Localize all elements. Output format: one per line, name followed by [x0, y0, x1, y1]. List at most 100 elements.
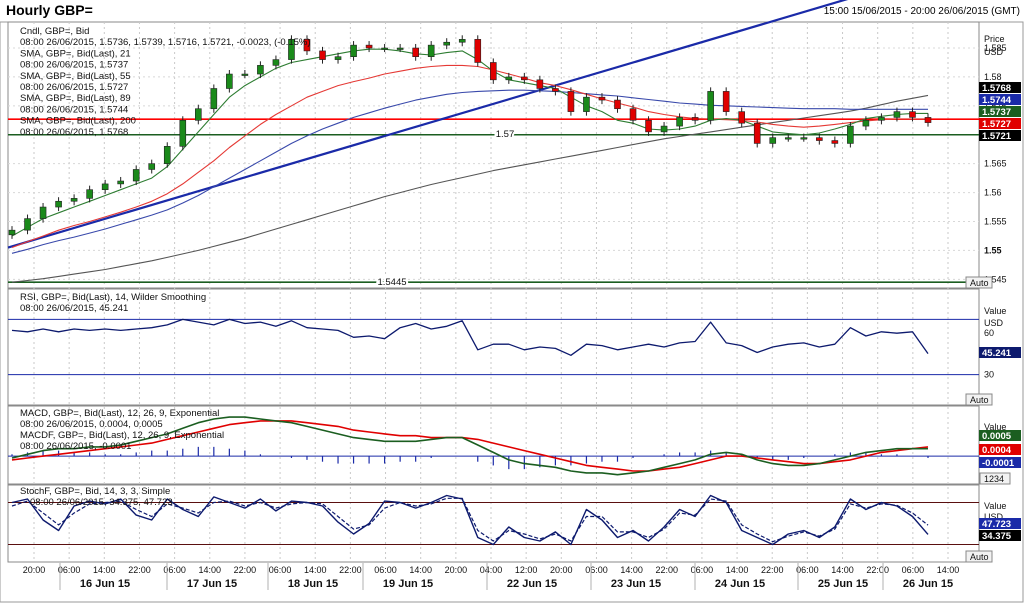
candle-body	[39, 206, 47, 219]
candle-body	[210, 88, 218, 110]
price-legend-line: Cndl, GBP=, Bid	[20, 26, 89, 37]
candle-body	[583, 96, 590, 112]
macd-tag: 0.0005	[982, 431, 1012, 442]
candle-body	[691, 117, 699, 121]
price-axis-title: Price	[984, 34, 1005, 44]
candle-body	[878, 117, 885, 121]
price-legend-line: SMA, GBP=, Bid(Last), 21	[20, 48, 131, 59]
hour-tick-label: 12:00	[515, 565, 538, 575]
chart-canvas[interactable]: 1.57 1.5445 20:00 06:00 14:00 22:00 06:00 14:0…	[0, 0, 1024, 603]
hour-tick-label: 20:00	[23, 565, 46, 575]
hour-tick-label: 14:00	[726, 565, 749, 575]
hour-tick-label: 06:00	[58, 565, 81, 575]
day-label: 18 Jun 15	[288, 578, 338, 590]
price-tick-label: 1.56	[984, 188, 1002, 198]
rsi-axis-title: Value	[984, 306, 1006, 316]
candle-body	[816, 137, 823, 141]
candle-body	[645, 120, 652, 133]
price-tag: 1.5737	[982, 107, 1011, 118]
candle-body	[769, 137, 777, 144]
stoch-auto-button: Auto	[970, 552, 989, 562]
day-label: 24 Jun 15	[715, 578, 765, 590]
macd-legend-line: MACD, GBP=, Bid(Last), 12, 26, 9, Expone…	[20, 408, 219, 419]
price-legend-line: SMA, GBP=, Bid(Last), 89	[20, 93, 131, 104]
candle-body	[722, 91, 730, 112]
candle-body	[924, 117, 932, 123]
price-legend-line: 08:00 26/06/2015, 1.5737	[20, 60, 128, 71]
candle-body	[862, 120, 870, 127]
hour-tick-label: 14:00	[304, 565, 327, 575]
candle-body	[474, 39, 482, 63]
stoch-tag: 34.375	[982, 531, 1012, 542]
hour-tick-label: 06:00	[796, 565, 819, 575]
macd-legend-line: 08:00 26/06/2015, 0.0004, 0.0005	[20, 419, 163, 430]
candle-body	[365, 44, 373, 49]
candle-body	[707, 91, 714, 121]
hour-tick-label: 14:00	[199, 565, 222, 575]
hour-tick-label: 14:00	[937, 565, 960, 575]
day-label: 19 Jun 15	[383, 578, 433, 590]
hour-tick-label: 14:00	[831, 565, 854, 575]
candle-body	[70, 198, 78, 202]
price-axis-unit: USD	[984, 47, 1004, 57]
price-tag: 1.5744	[982, 95, 1012, 106]
hour-tick-label: 20:00	[550, 565, 573, 575]
price-tick-label: 1.565	[984, 159, 1007, 169]
candle-body	[163, 146, 171, 164]
rsi-legend-line: 08:00 26/06/2015, 45.241	[20, 303, 128, 314]
day-label: 25 Jun 15	[818, 578, 868, 590]
candle-body	[55, 200, 62, 208]
macd-scale-button: 1234	[984, 474, 1004, 484]
rsi-tag: 45.241	[982, 348, 1012, 359]
candle-body	[738, 111, 745, 124]
hour-tick-label: 06:00	[585, 565, 608, 575]
day-label: 23 Jun 15	[611, 578, 661, 590]
price-legend-line: 08:00 26/06/2015, 1.5727	[20, 82, 128, 93]
macd-tag: 0.0004	[982, 445, 1012, 456]
day-label: 26 Jun 15	[903, 578, 953, 590]
hour-tick-label: 04:00	[480, 565, 503, 575]
hour-tick-label: 20:00	[445, 565, 468, 575]
macd-legend-line: 08:00 26/06/2015, -0.0001	[20, 441, 131, 452]
hour-tick-label: 06:00	[374, 565, 397, 575]
candle-body	[598, 96, 606, 101]
hour-tick-label: 22:00	[234, 565, 257, 575]
price-tick-label: 1.555	[984, 217, 1007, 227]
price-tag: 1.5768	[982, 83, 1011, 94]
rsi-axis-unit: USD	[984, 318, 1004, 328]
price-legend-line: SMA, GBP=, Bid(Last), 200	[20, 116, 136, 127]
price-tag: 1.5727	[982, 119, 1011, 130]
day-label: 17 Jun 15	[187, 578, 237, 590]
macd-tag: -0.0001	[982, 458, 1015, 469]
candle-body	[179, 120, 187, 147]
stoch-legend-line: StochF, GBP=, Bid, 14, 3, 3, Simple	[20, 486, 170, 497]
candle-body	[629, 108, 637, 121]
candle-body	[909, 111, 916, 118]
candle-body	[614, 99, 621, 110]
hour-tick-label: 06:00	[691, 565, 714, 575]
hour-tick-label: 22:00	[866, 565, 889, 575]
candle-body	[132, 169, 140, 182]
candle-body	[241, 73, 249, 76]
stoch-legend-line: 08:00 26/06/2015, 34.375, 47.723	[30, 497, 173, 508]
candle-body	[350, 44, 357, 57]
hour-tick-label: 06:00	[269, 565, 292, 575]
candle-body	[489, 62, 497, 81]
rsi-legend-line: RSI, GBP=, Bid(Last), 14, Wilder Smoothi…	[20, 292, 206, 303]
candle-body	[443, 41, 451, 46]
candle-body	[800, 137, 808, 140]
stoch-axis-title: Value	[984, 501, 1006, 511]
candle-body	[257, 65, 264, 75]
hour-tick-label: 14:00	[409, 565, 432, 575]
rsi-tick-label: 60	[984, 328, 994, 338]
candle-body	[505, 76, 513, 81]
candle-body	[831, 140, 839, 144]
candle-body	[86, 189, 93, 199]
candle-body	[552, 88, 559, 92]
price-tick-label: 1.58	[984, 72, 1002, 82]
day-label: 22 Jun 15	[507, 578, 557, 590]
candle-body	[8, 229, 16, 236]
candle-body	[272, 59, 280, 66]
price-legend-line: 08:00 26/06/2015, 1.5768	[20, 127, 128, 138]
auto-button: Auto	[970, 278, 989, 288]
